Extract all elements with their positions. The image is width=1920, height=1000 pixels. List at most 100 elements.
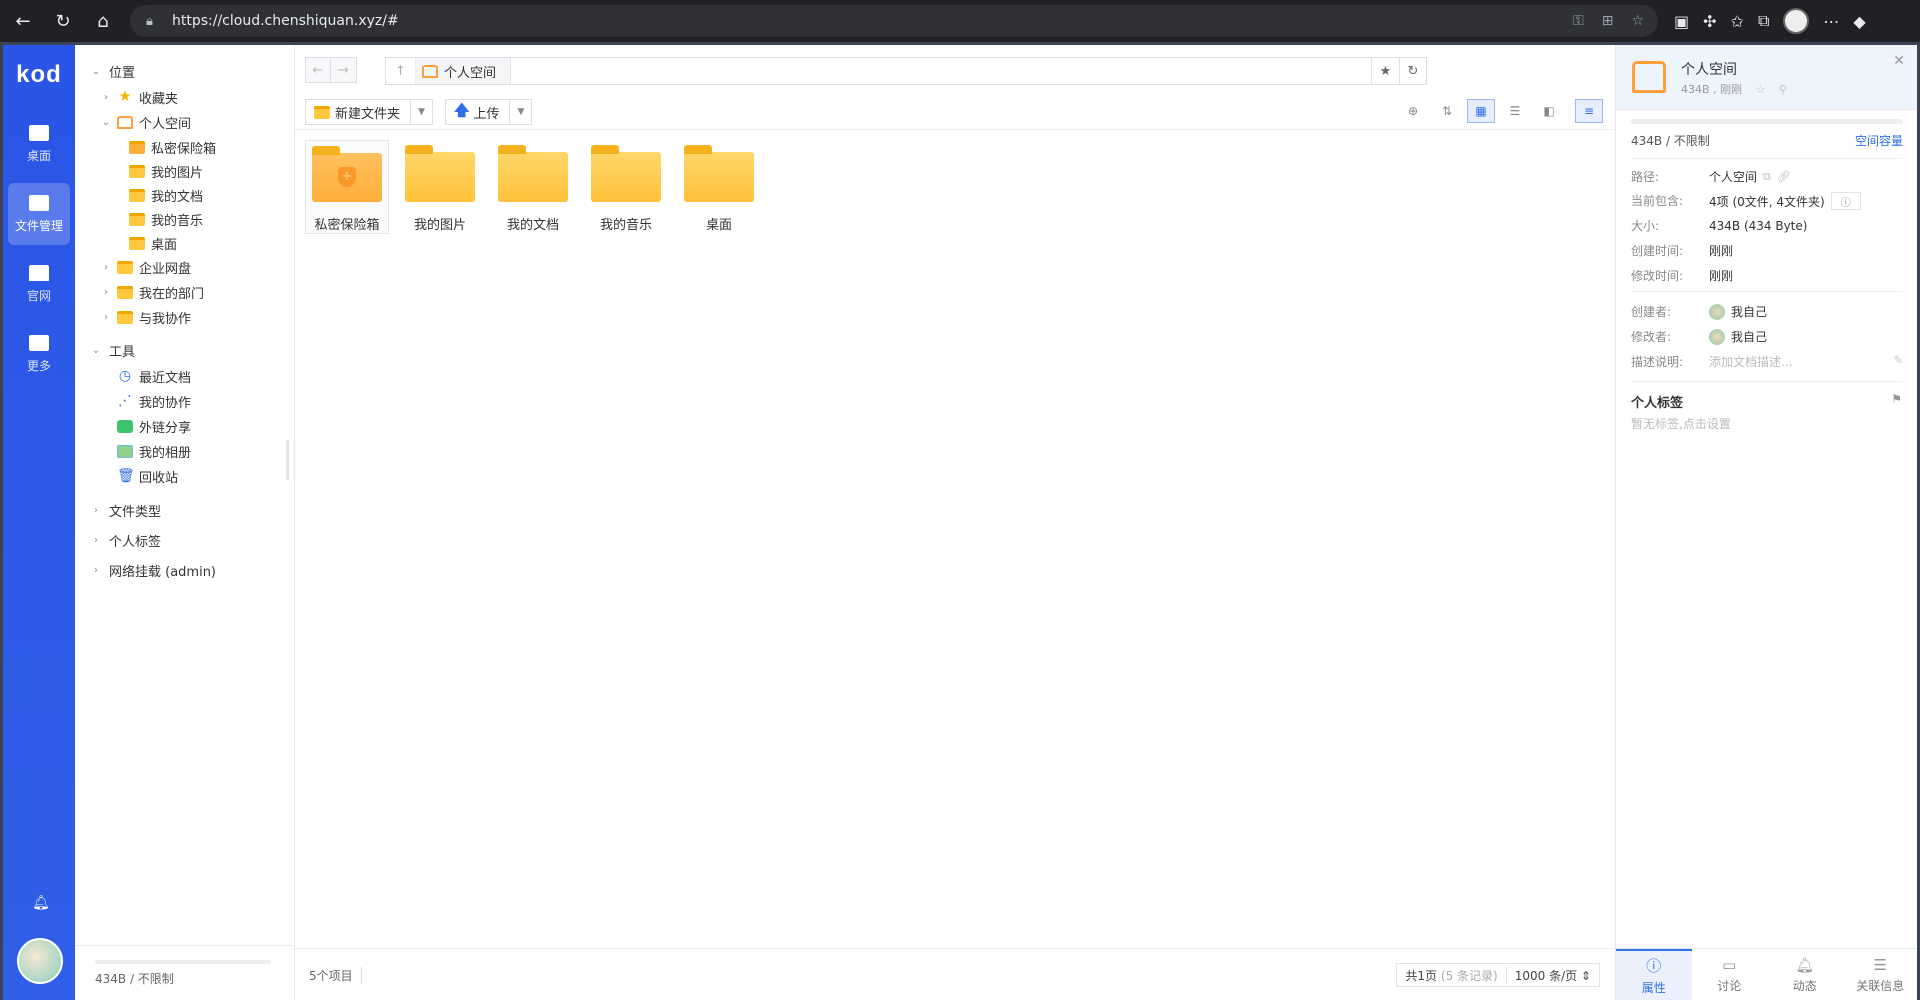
list-view-button[interactable]: ☰ [1501, 99, 1529, 123]
info-icon[interactable]: ⓘ [1830, 192, 1861, 210]
rail-label: 更多 [26, 358, 51, 373]
tree-item-my-collab[interactable]: ⋰ 我的协作 [113, 389, 191, 413]
up-arrow-icon[interactable]: ↑ [386, 58, 416, 84]
tree-item-recycle[interactable]: 🗑︎ 回收站 [113, 464, 178, 488]
copy-icon[interactable]: ⧉ [1763, 170, 1771, 184]
tree-label: 个人标签 [109, 534, 162, 550]
close-icon[interactable]: ✕ [1893, 53, 1905, 69]
copilot-icon[interactable]: ◆ [1853, 12, 1865, 31]
tab-activity[interactable]: 🔔︎ 动态 [1767, 949, 1843, 1000]
back-icon[interactable]: ← [6, 4, 40, 38]
tree-item-documents[interactable]: 我的文档 [125, 183, 203, 207]
user-avatar[interactable] [17, 938, 63, 984]
profile-avatar[interactable] [1783, 8, 1810, 34]
tree-label: 回收站 [139, 470, 179, 486]
detail-panel-button[interactable]: ≡ [1575, 99, 1603, 123]
breadcrumb-item[interactable]: 个人空间 [416, 58, 512, 84]
back-arrow-button[interactable]: ← [305, 57, 331, 83]
upload-icon: 🡅 [454, 100, 470, 119]
forward-arrow-button[interactable]: → [331, 57, 357, 83]
rail-item-website[interactable]: 官网 [8, 253, 70, 315]
new-folder-button[interactable]: 新建文件夹 ▼ [305, 99, 434, 125]
tree-label: 我的文档 [151, 189, 204, 205]
rail-item-files[interactable]: 文件管理 [8, 183, 70, 245]
reload-icon[interactable]: ↻ [46, 4, 80, 38]
folder-icon [498, 145, 568, 202]
description-input[interactable]: 添加文档描述... [1709, 353, 1792, 370]
caret-down-icon[interactable]: ▼ [509, 100, 531, 124]
split-view-button[interactable]: ◧ [1535, 99, 1563, 123]
caret-down-icon[interactable]: ▼ [410, 100, 432, 124]
puzzle-icon[interactable]: ✣ [1703, 12, 1716, 31]
tree-item-favorites[interactable]: › ★ 收藏夹 [99, 85, 178, 109]
file-item-desktop[interactable]: 桌面 [677, 140, 761, 234]
favorite-star-icon[interactable]: ☆ [1631, 13, 1644, 29]
tree-item-department[interactable]: › 我在的部门 [99, 280, 204, 304]
prop-value: 刚刚 [1709, 244, 1734, 258]
tree-item-personal[interactable]: ⌄ 个人空间 [99, 110, 191, 134]
tree-section-tags[interactable]: › 个人标签 [89, 528, 161, 552]
tree-item-album[interactable]: 我的相册 [113, 439, 191, 463]
divider [1631, 158, 1903, 159]
zoom-icon[interactable]: ⊕ [1399, 99, 1427, 123]
file-item-pictures[interactable]: 我的图片 [398, 140, 482, 234]
panel-tabs: ⓘ 属性 ▭ 讨论 🔔︎ 动态 ☰ 关联信息 [1616, 948, 1918, 1000]
panel-resizer[interactable] [286, 440, 289, 480]
tab-properties[interactable]: ⓘ 属性 [1616, 949, 1692, 1000]
tree-section-location[interactable]: ⌄ 位置 [89, 59, 135, 83]
tree-item-pictures[interactable]: 我的图片 [125, 159, 203, 183]
home-icon[interactable]: ⌂ [86, 4, 120, 38]
sort-icon[interactable]: ⇅ [1433, 99, 1461, 123]
prop-value: 我自己 [1731, 330, 1768, 344]
tree-item-enterprise[interactable]: › 企业网盘 [99, 255, 191, 279]
rail-item-desktop[interactable]: 桌面 [8, 113, 70, 175]
star-button[interactable]: ★ [1371, 58, 1399, 84]
file-item-documents[interactable]: 我的文档 [491, 140, 575, 234]
capacity-link[interactable]: 空间容量 [1855, 132, 1903, 149]
tree-item-desktop[interactable]: 桌面 [125, 231, 177, 255]
file-item-safe[interactable]: + 私密保险箱 [305, 140, 389, 234]
apps-icon[interactable]: ⊞ [1602, 13, 1614, 29]
per-page-select[interactable]: 1000 条/页 ⇕ [1507, 967, 1599, 984]
item-count: 5个项目 [309, 967, 362, 984]
divider [1631, 381, 1903, 382]
tree-section-network[interactable]: › 网络挂载 (admin) [89, 558, 216, 582]
tab-related[interactable]: ☰ 关联信息 [1843, 949, 1919, 1000]
favorites-icon[interactable]: ✩ [1731, 12, 1744, 31]
icon-view-button[interactable]: ▦ [1467, 99, 1495, 123]
tree-label: 与我协作 [139, 311, 192, 327]
star-icon[interactable]: ☆ [1756, 83, 1766, 96]
more-icon[interactable]: ⋯ [1823, 12, 1839, 31]
rail-item-more[interactable]: 更多 [8, 323, 70, 385]
bookmark-icon[interactable]: ⚑ [1891, 392, 1902, 406]
prop-created: 创建时间: 刚刚 [1631, 242, 1903, 259]
tree-section-tools[interactable]: ⌄ 工具 [89, 338, 135, 362]
bell-icon[interactable]: 🔔︎ [32, 895, 50, 911]
chevron-right-icon: › [94, 534, 98, 546]
pin-icon[interactable]: ⚲ [1779, 83, 1787, 96]
file-item-music[interactable]: 我的音乐 [584, 140, 668, 234]
refresh-button[interactable]: ↻ [1399, 57, 1427, 85]
link-icon[interactable]: 🔗︎ [1777, 170, 1791, 183]
tags-empty[interactable]: 暂无标签,点击设置 [1631, 415, 1731, 432]
avatar [1709, 303, 1725, 320]
address-bar[interactable]: 🔒︎ https://cloud.chenshiquan.xyz/# ⚿ ⊞ ☆ [130, 5, 1658, 37]
app-logo[interactable]: kod [3, 45, 75, 105]
quota-text: 434B / 不限制 [95, 972, 174, 986]
tree-item-collab[interactable]: › 与我协作 [99, 305, 191, 329]
upload-button[interactable]: 🡅 上传 ▼ [445, 99, 533, 125]
key-icon[interactable]: ⚿ [1573, 13, 1584, 29]
tab-discussion[interactable]: ▭ 讨论 [1692, 949, 1768, 1000]
folder-icon [129, 212, 145, 226]
capacity-bar [1631, 119, 1903, 124]
tree-item-share-link[interactable]: 外链分享 [113, 414, 191, 438]
file-name: 我的文档 [506, 218, 559, 233]
tree-item-music[interactable]: 我的音乐 [125, 207, 203, 231]
collections-icon[interactable]: ⧉ [1758, 11, 1769, 31]
pencil-icon[interactable]: ✎ [1893, 353, 1903, 367]
tree-item-safe[interactable]: 私密保险箱 [125, 135, 216, 159]
tree-section-filetypes[interactable]: › 文件类型 [89, 498, 161, 522]
chevron-down-icon: ⌄ [91, 65, 101, 77]
extension-icon[interactable]: ▣ [1674, 12, 1689, 31]
tree-item-recent[interactable]: ◷ 最近文档 [113, 364, 191, 388]
